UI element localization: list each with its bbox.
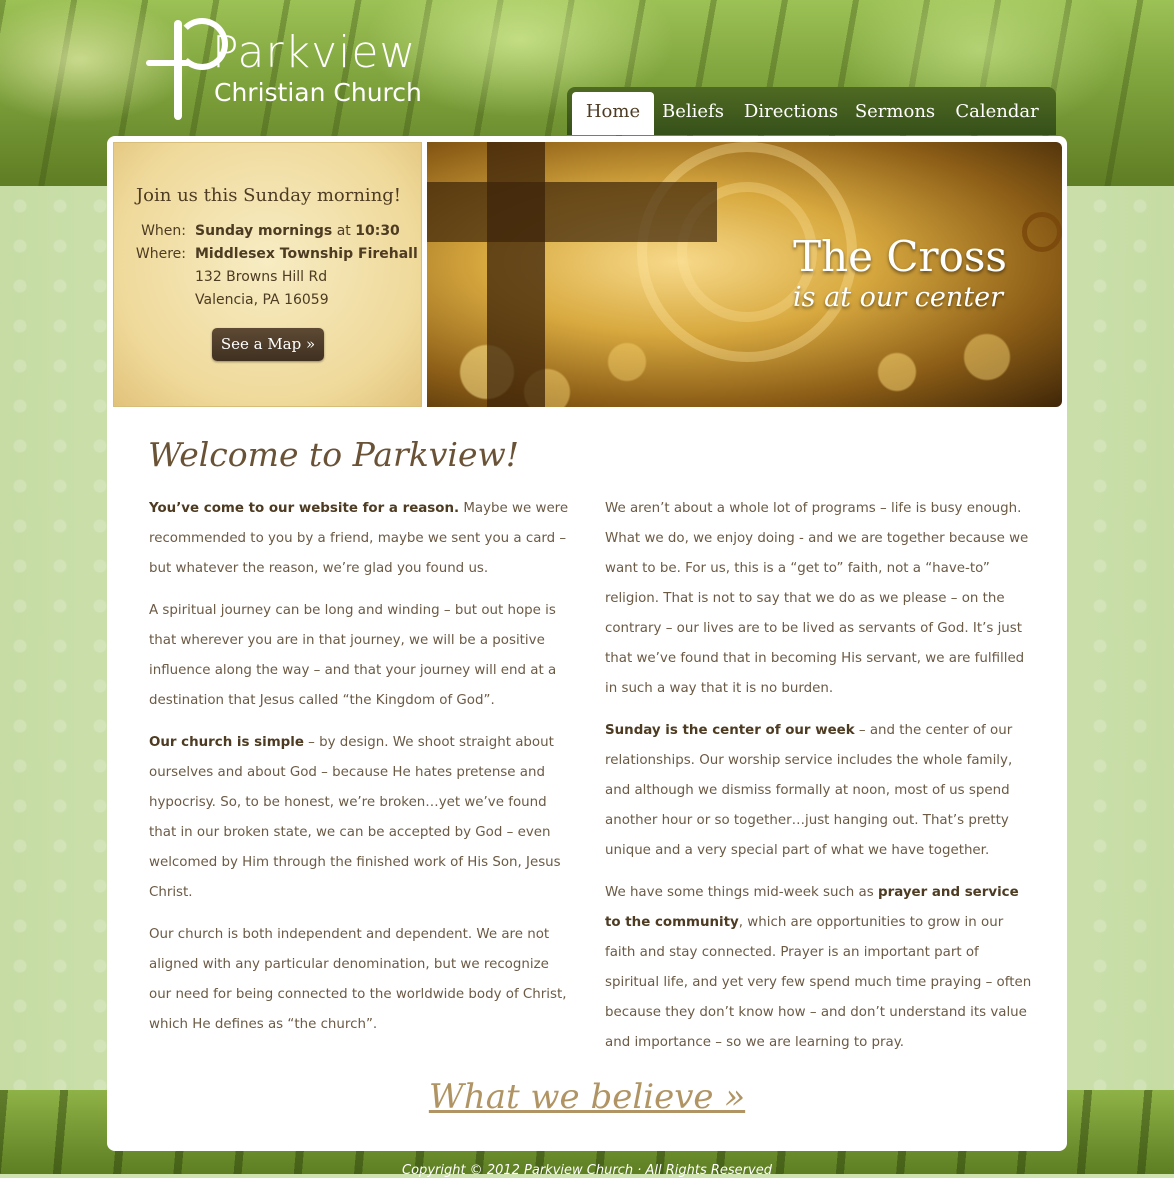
address-line-2: Valencia, PA 16059 bbox=[195, 292, 329, 308]
site-subtitle: Christian Church bbox=[214, 78, 422, 107]
address-line-1: 132 Browns Hill Rd bbox=[195, 269, 328, 285]
paragraph: You’ve come to our website for a reason.… bbox=[149, 501, 569, 576]
paragraph: We have some things mid-week such as pra… bbox=[605, 885, 1032, 1050]
nav-item-home[interactable]: Home bbox=[572, 92, 654, 135]
cross-image-bar bbox=[427, 182, 717, 242]
see-map-button[interactable]: See a Map » bbox=[212, 328, 324, 361]
swirl-icon bbox=[1022, 212, 1062, 252]
right-column: We aren’t about a whole lot of programs … bbox=[605, 494, 1033, 1070]
when-value: Sunday mornings at 10:30 bbox=[195, 223, 400, 239]
page-title: Welcome to Parkview! bbox=[148, 435, 519, 474]
paragraph: We aren’t about a whole lot of programs … bbox=[605, 501, 1029, 696]
main-nav: Home Beliefs Directions Sermons Calendar bbox=[567, 87, 1056, 135]
cross-image-icon bbox=[487, 142, 545, 407]
site-name: Parkview bbox=[212, 27, 417, 78]
when-day: Sunday mornings bbox=[195, 223, 333, 239]
service-info-box: Join us this Sunday morning! When: Sunda… bbox=[113, 142, 422, 407]
site-logo[interactable]: Parkview Christian Church bbox=[142, 14, 442, 124]
hero-subtitle: is at our center bbox=[793, 282, 1003, 313]
where-place: Middlesex Township Firehall bbox=[195, 246, 418, 262]
footer-copyright: Copyright © 2012 Parkview Church · All R… bbox=[402, 1163, 772, 1178]
nav-item-directions[interactable]: Directions bbox=[737, 92, 845, 135]
when-at: at bbox=[332, 223, 356, 239]
service-info-title: Join us this Sunday morning! bbox=[135, 185, 402, 206]
nav-item-beliefs[interactable]: Beliefs bbox=[657, 92, 729, 135]
what-we-believe-link-row: What we believe » bbox=[0, 1077, 1174, 1117]
nav-item-sermons[interactable]: Sermons bbox=[851, 92, 939, 135]
what-we-believe-link[interactable]: What we believe » bbox=[429, 1077, 745, 1117]
left-column: You’ve come to our website for a reason.… bbox=[149, 494, 569, 1052]
hero-title: The Cross bbox=[793, 232, 1007, 281]
paragraph: Our church is both independent and depen… bbox=[149, 927, 567, 1032]
paragraph: A spiritual journey can be long and wind… bbox=[149, 603, 557, 708]
where-label: Where: bbox=[135, 246, 186, 262]
when-time: 10:30 bbox=[355, 223, 400, 239]
when-label: When: bbox=[141, 223, 186, 239]
nav-item-calendar[interactable]: Calendar bbox=[947, 92, 1047, 135]
paragraph: Sunday is the center of our week – and t… bbox=[605, 723, 1013, 858]
hero-banner: The Cross is at our center bbox=[427, 142, 1062, 407]
paragraph: Our church is simple – by design. We sho… bbox=[149, 735, 561, 900]
